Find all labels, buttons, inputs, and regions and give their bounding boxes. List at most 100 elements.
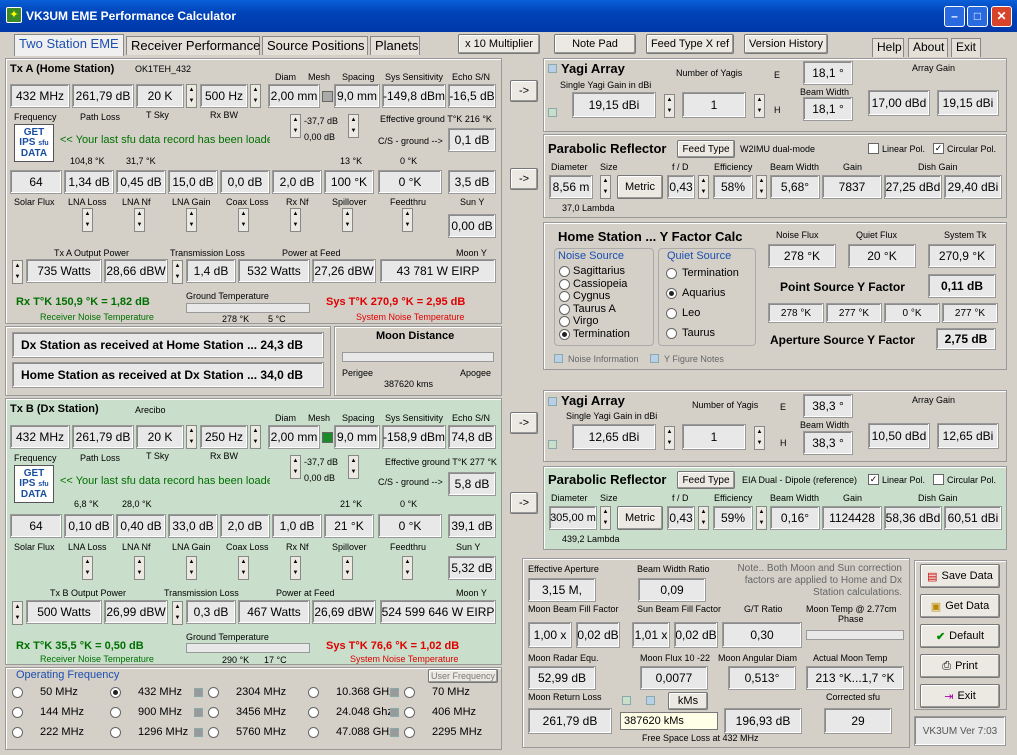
tsky-value-b[interactable]: 20 K	[136, 425, 184, 449]
frequency-radio[interactable]	[308, 727, 319, 738]
noise-info-square[interactable]	[554, 354, 563, 363]
frequency-radio[interactable]	[404, 727, 415, 738]
rx-nf-value[interactable]: 2,0 dB	[272, 170, 322, 194]
yagi-a-num-spinner[interactable]: ▲ ▼	[754, 94, 765, 118]
solar-flux-value-b[interactable]: 64	[10, 514, 62, 538]
coax-loss-value-b[interactable]: 2,0 dB	[220, 514, 270, 538]
exit-button[interactable]: ⇥ Exit	[920, 684, 1000, 708]
dish-b-fd-spinner[interactable]: ▲ ▼	[698, 506, 709, 530]
y-figure-notes-label[interactable]: Y Figure Notes	[664, 354, 724, 364]
feed-type-xref-button[interactable]: Feed Type X ref	[646, 34, 734, 54]
tab-planets[interactable]: Planets	[370, 36, 420, 55]
frequency-radio[interactable]	[308, 707, 319, 718]
feedthru-value[interactable]: 0 °K	[378, 170, 442, 194]
feedthru-spinner[interactable]: ▲ ▼	[402, 208, 413, 232]
yagi-b-gain[interactable]: 12,65 dBi	[572, 424, 656, 450]
noise-source-radio[interactable]	[559, 328, 570, 340]
frequency-radio[interactable]	[208, 687, 219, 698]
noise-source-radio[interactable]	[559, 303, 570, 315]
quiet-source-radio[interactable]	[666, 288, 677, 299]
frequency-radio[interactable]	[110, 687, 121, 698]
frequency-radio[interactable]	[404, 707, 415, 718]
noise-source-radio[interactable]	[559, 266, 570, 277]
menu-exit[interactable]: Exit	[951, 38, 981, 57]
dish-a-size-spinner[interactable]: ▲ ▼	[600, 175, 611, 199]
moon-distance-input[interactable]: 387620 kMs	[620, 712, 718, 730]
rx-nf-spinner-b[interactable]: ▲ ▼	[290, 556, 301, 580]
tx-output-watts-b[interactable]: 500 Watts	[26, 600, 102, 624]
default-button[interactable]: ✔ Default	[920, 624, 1000, 648]
eff-ground-spinner-b-2[interactable]: ▲ ▼	[348, 455, 359, 479]
diam-value-b[interactable]: 2,00 mm	[268, 425, 320, 449]
spillover-value[interactable]: 100 °K	[324, 170, 374, 194]
lna-nf-spinner[interactable]: ▲ ▼	[134, 208, 145, 232]
solar-flux-value[interactable]: 64	[10, 170, 62, 194]
tab-two-station-eme[interactable]: Two Station EME	[14, 34, 124, 56]
kms-checkbox-1[interactable]	[622, 696, 631, 705]
frequency-radio[interactable]	[12, 727, 23, 738]
feedthru-value-b[interactable]: 0 °K	[378, 514, 442, 538]
rxbw-value[interactable]: 500 Hz	[200, 84, 248, 108]
moon-distance-slider[interactable]	[342, 352, 494, 362]
yagi-b-info-square[interactable]	[548, 397, 557, 406]
spillover-value-b[interactable]: 21 °K	[324, 514, 374, 538]
yagi-b-gain-spinner[interactable]: ▲ ▼	[664, 426, 675, 450]
spillover-spinner[interactable]: ▲ ▼	[342, 208, 353, 232]
frequency-radio[interactable]	[110, 727, 121, 738]
yagi-b-num-spinner[interactable]: ▲ ▼	[754, 426, 765, 450]
lna-loss-value[interactable]: 1,34 dB	[64, 170, 114, 194]
lna-loss-spinner[interactable]: ▲ ▼	[82, 208, 93, 232]
dish-a-metric-button[interactable]: Metric	[617, 175, 663, 199]
rxbw-spinner-b[interactable]: ▲ ▼	[250, 425, 261, 449]
noise-source-radio[interactable]	[559, 316, 570, 327]
lna-gain-spinner[interactable]: ▲ ▼	[186, 208, 197, 232]
kms-button[interactable]: kMs	[668, 692, 708, 710]
transmission-loss-value[interactable]: 1,4 dB	[186, 259, 236, 283]
dish-b-diameter[interactable]: 305,00 m	[549, 506, 597, 530]
tx-output-watts[interactable]: 735 Watts	[26, 259, 102, 283]
spillover-spinner-b[interactable]: ▲ ▼	[342, 556, 353, 580]
tsky-value[interactable]: 20 K	[136, 84, 184, 108]
note-pad-button[interactable]: Note Pad	[554, 34, 636, 54]
noise-source-radio[interactable]	[559, 278, 570, 290]
frequency-radio[interactable]	[12, 687, 23, 698]
mesh-checkbox-b[interactable]	[322, 432, 333, 443]
dish-a-circular-checkbox[interactable]: ✓	[933, 143, 944, 154]
lna-gain-value-b[interactable]: 33,0 dB	[168, 514, 218, 538]
lna-nf-value-b[interactable]: 0,40 dB	[116, 514, 166, 538]
close-button[interactable]: ✕	[991, 6, 1012, 27]
y-figure-notes-square[interactable]	[650, 354, 659, 363]
get-ips-sfu-data-button-b[interactable]: GET IPS sfu DATA	[14, 465, 54, 503]
frequency-radio[interactable]	[208, 707, 219, 718]
rx-nf-spinner[interactable]: ▲ ▼	[290, 208, 301, 232]
get-data-button[interactable]: ▣ Get Data	[920, 594, 1000, 618]
dish-a-eff-spinner[interactable]: ▲ ▼	[756, 175, 767, 199]
dish-b-linear-checkbox[interactable]: ✓	[868, 474, 879, 485]
tab-source-positions[interactable]: Source Positions	[262, 36, 368, 55]
tx-power-spinner-b[interactable]: ▲ ▼	[12, 601, 23, 625]
diam-value[interactable]: 2,00 mm	[268, 84, 320, 108]
frequency-radio[interactable]	[308, 687, 319, 698]
tsky-spinner[interactable]: ▲ ▼	[186, 84, 197, 108]
lna-loss-spinner-b[interactable]: ▲ ▼	[82, 556, 93, 580]
feedthru-spinner-b[interactable]: ▲ ▼	[402, 556, 413, 580]
dish-a-fd[interactable]: 0,43	[667, 175, 695, 199]
quiet-source-radio[interactable]	[666, 268, 677, 279]
lna-nf-spinner-b[interactable]: ▲ ▼	[134, 556, 145, 580]
dish-b-arrow-button[interactable]: ->	[510, 492, 538, 514]
quiet-source-radio[interactable]	[666, 328, 677, 339]
maximize-button[interactable]: □	[967, 6, 988, 27]
rxbw-value-b[interactable]: 250 Hz	[200, 425, 248, 449]
frequency-radio[interactable]	[208, 727, 219, 738]
yagi-a-checkbox[interactable]	[548, 108, 557, 117]
dish-b-metric-button[interactable]: Metric	[617, 506, 663, 530]
yagi-b-checkbox[interactable]	[548, 440, 557, 449]
print-button[interactable]: ⎙ Print	[920, 654, 1000, 678]
frequency-radio[interactable]	[12, 707, 23, 718]
save-data-button[interactable]: ▤ Save Data	[920, 564, 1000, 588]
lna-gain-spinner-b[interactable]: ▲ ▼	[186, 556, 197, 580]
ground-temp-slider-b[interactable]	[186, 643, 310, 653]
yagi-a-gain-spinner[interactable]: ▲ ▼	[664, 94, 675, 118]
lna-loss-value-b[interactable]: 0,10 dB	[64, 514, 114, 538]
version-history-button[interactable]: Version History	[744, 34, 828, 54]
